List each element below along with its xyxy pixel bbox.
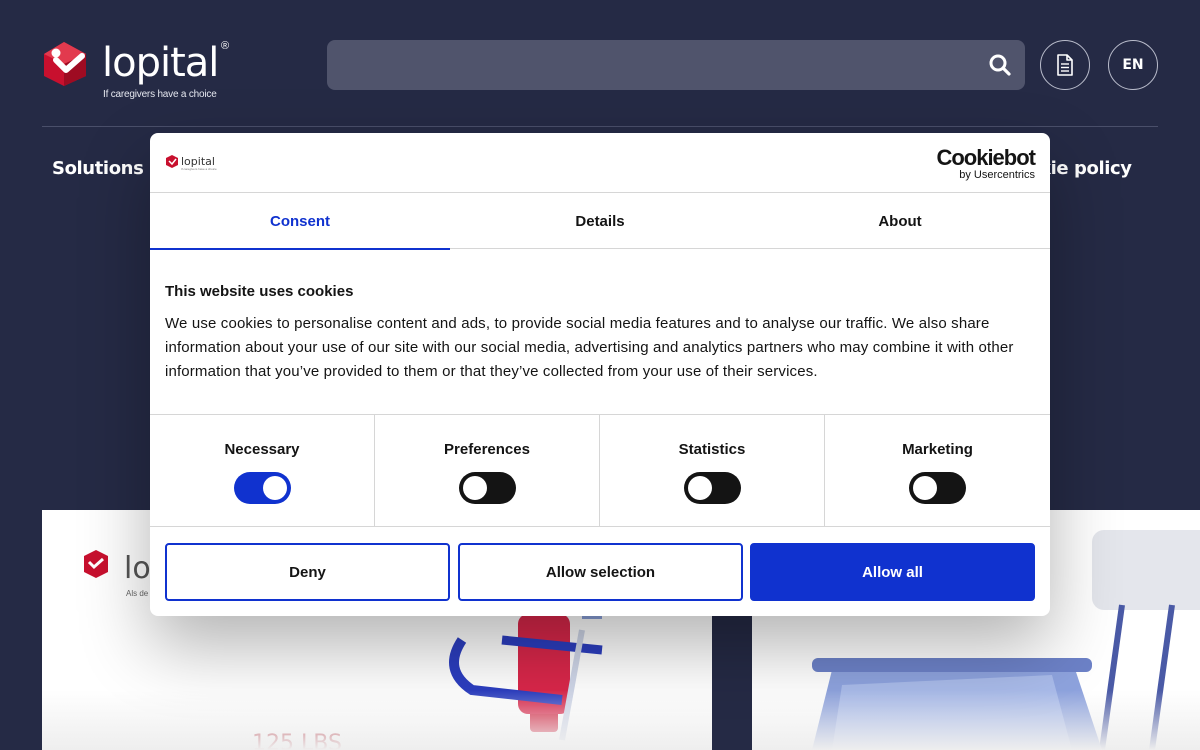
dialog-description: We use cookies to personalise content an… <box>165 315 1014 380</box>
cookiebot-name: Cookiebot <box>936 145 1036 170</box>
tab-consent[interactable]: Consent <box>150 193 450 250</box>
preferences-toggle[interactable] <box>459 472 516 504</box>
tab-details[interactable]: Details <box>450 193 750 249</box>
header-divider <box>42 126 1158 127</box>
toggle-knob <box>913 476 937 500</box>
search-bar[interactable] <box>327 40 1025 90</box>
nav-cookie-policy[interactable]: kie policy <box>1039 158 1132 179</box>
dialog-lopital-logo-icon: lopital If caregivers have a choice <box>166 155 217 171</box>
category-statistics: Statistics <box>600 415 825 527</box>
logo-tagline: If caregivers have a choice <box>103 89 217 100</box>
necessary-toggle[interactable] <box>234 472 291 504</box>
dialog-tabs: Consent Details About <box>150 193 1050 250</box>
search-input[interactable] <box>327 40 1025 90</box>
category-label: Statistics <box>678 441 746 458</box>
nav-solutions-label: Solutions <box>52 158 144 179</box>
tab-about[interactable]: About <box>750 193 1050 249</box>
allow-selection-button[interactable]: Allow selection <box>458 543 743 601</box>
deny-button[interactable]: Deny <box>165 543 450 601</box>
toggle-knob <box>263 476 287 500</box>
marketing-toggle[interactable] <box>909 472 966 504</box>
dialog-title: This website uses cookies <box>165 283 354 300</box>
site-logo[interactable]: lopital ® If caregivers have a choice <box>42 38 242 106</box>
lopital-logo-icon <box>44 42 86 86</box>
category-label: Marketing <box>902 441 973 458</box>
language-button[interactable]: EN <box>1108 40 1158 90</box>
category-marketing: Marketing <box>825 415 1050 527</box>
logo-wordmark: lopital <box>102 40 219 86</box>
logo-registered-mark: ® <box>221 40 230 52</box>
document-icon <box>1057 54 1073 76</box>
category-preferences: Preferences <box>375 415 600 527</box>
toggle-knob <box>463 476 487 500</box>
category-label: Preferences <box>444 441 530 458</box>
card-fade <box>42 690 712 750</box>
dialog-header: lopital If caregivers have a choice Cook… <box>150 133 1050 193</box>
cookiebot-sub: by Usercentrics <box>959 169 1035 181</box>
statistics-toggle[interactable] <box>684 472 741 504</box>
card-fade <box>752 690 1200 750</box>
svg-text:If caregivers have a choice: If caregivers have a choice <box>181 167 217 171</box>
toggle-knob <box>688 476 712 500</box>
search-icon[interactable] <box>989 54 1011 76</box>
cookiebot-brand[interactable]: Cookiebot by Usercentrics <box>936 145 1036 182</box>
category-label: Necessary <box>224 441 300 458</box>
allow-all-button[interactable]: Allow all <box>750 543 1035 601</box>
cookie-consent-dialog: lopital If caregivers have a choice Cook… <box>150 133 1050 616</box>
document-button[interactable] <box>1040 40 1090 90</box>
card-left-logo-partial: lo <box>124 551 151 586</box>
category-necessary: Necessary <box>150 415 375 527</box>
cookie-categories: Necessary Preferences Statistics Marketi… <box>150 414 1050 527</box>
